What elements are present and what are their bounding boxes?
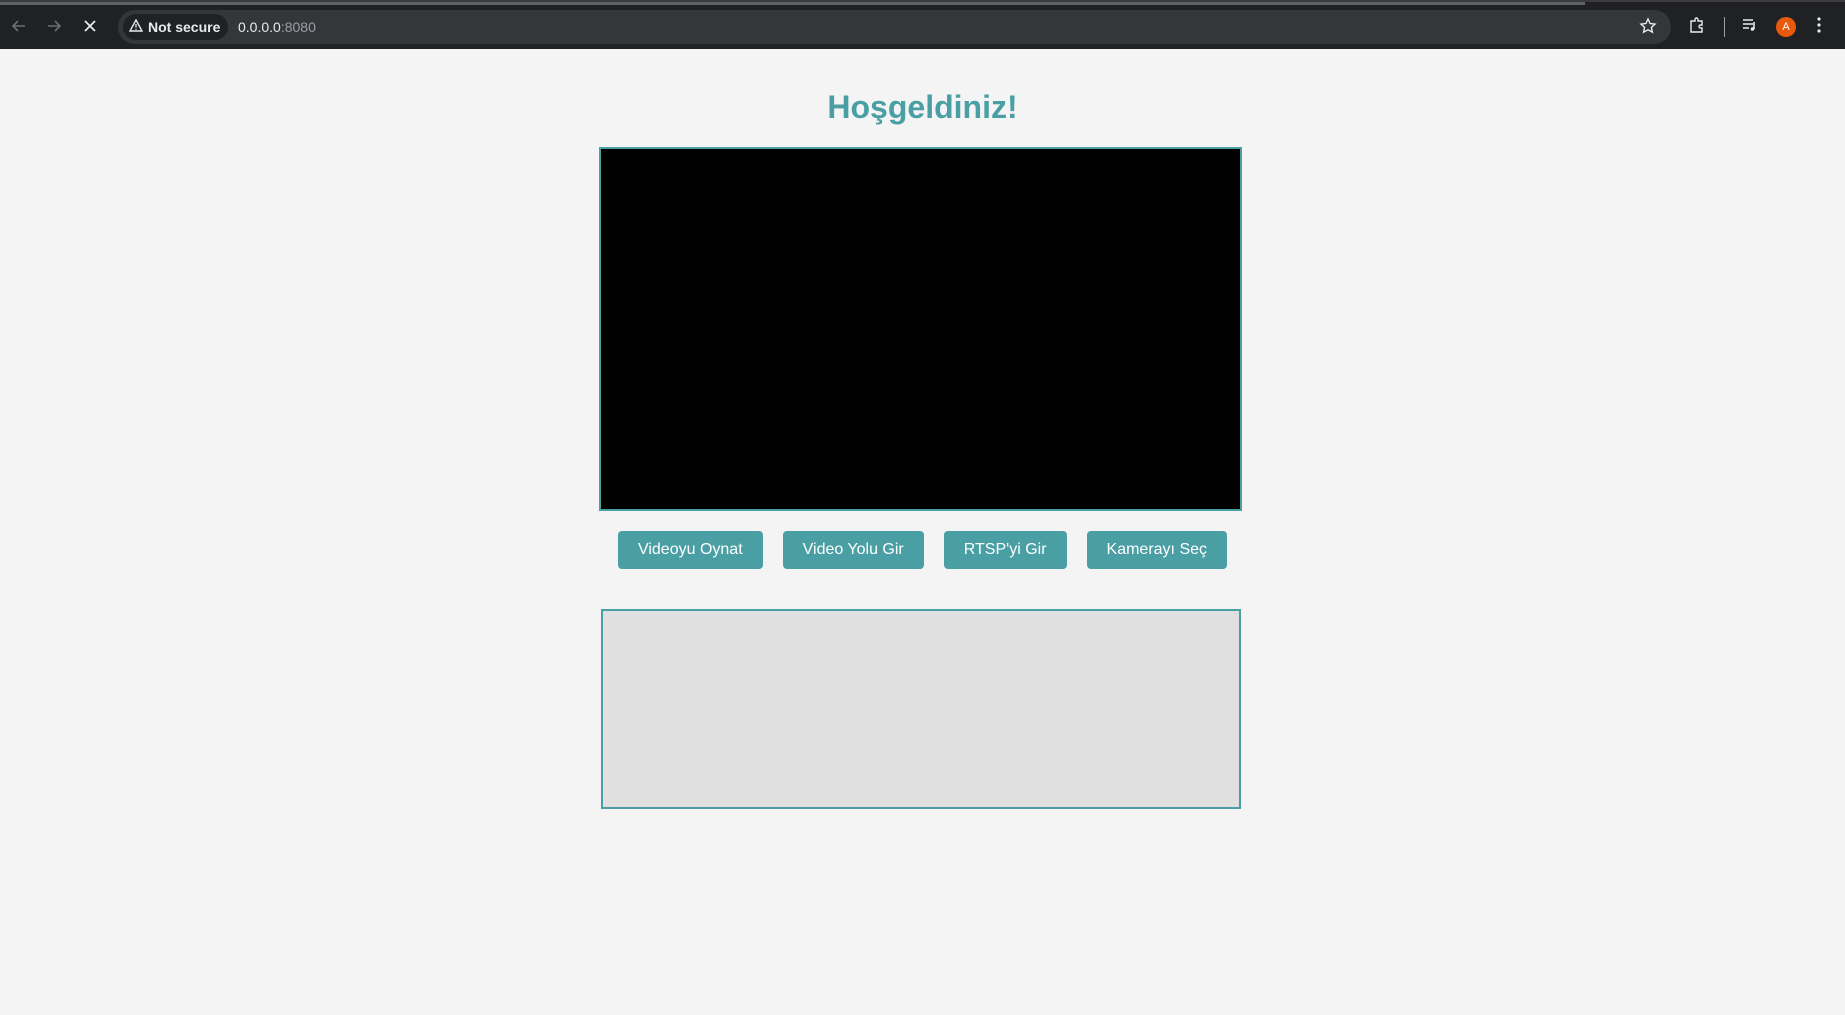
enter-video-path-button[interactable]: Video Yolu Gir bbox=[782, 531, 924, 569]
media-controls-icon[interactable] bbox=[1741, 16, 1759, 39]
forward-arrow-icon[interactable] bbox=[40, 12, 68, 40]
url-port: :8080 bbox=[280, 19, 316, 35]
output-panel bbox=[601, 609, 1241, 809]
page-title: Hoşgeldiniz! bbox=[827, 89, 1018, 125]
select-camera-button[interactable]: Kamerayı Seç bbox=[1086, 531, 1228, 569]
avatar[interactable]: A bbox=[1776, 17, 1796, 37]
video-player[interactable] bbox=[599, 147, 1242, 511]
warning-icon bbox=[128, 18, 144, 35]
control-buttons: Videoyu Oynat Video Yolu Gir RTSP'yi Gir… bbox=[0, 531, 1845, 569]
address-bar[interactable]: Not secure 0.0.0.0:8080 bbox=[118, 10, 1671, 44]
url-host: 0.0.0.0 bbox=[238, 19, 281, 35]
extensions-icon[interactable] bbox=[1688, 16, 1706, 39]
browser-toolbar: Not secure 0.0.0.0:8080 A bbox=[0, 0, 1845, 49]
play-video-button[interactable]: Videoyu Oynat bbox=[617, 531, 763, 569]
toolbar-divider bbox=[1724, 17, 1725, 37]
kebab-menu-icon[interactable] bbox=[1816, 16, 1822, 39]
page-content: Hoşgeldiniz! Videoyu Oynat Video Yolu Gi… bbox=[0, 49, 1845, 1015]
star-icon[interactable] bbox=[1639, 17, 1657, 40]
enter-rtsp-button[interactable]: RTSP'yi Gir bbox=[943, 531, 1067, 569]
back-arrow-icon[interactable] bbox=[5, 12, 33, 40]
security-chip[interactable]: Not secure bbox=[123, 14, 229, 40]
stop-loading-icon[interactable] bbox=[76, 12, 104, 40]
loading-progress-bar bbox=[0, 2, 1585, 5]
avatar-letter: A bbox=[1782, 21, 1790, 33]
url-text[interactable]: 0.0.0.0:8080 bbox=[238, 19, 316, 35]
security-label: Not secure bbox=[148, 19, 221, 35]
